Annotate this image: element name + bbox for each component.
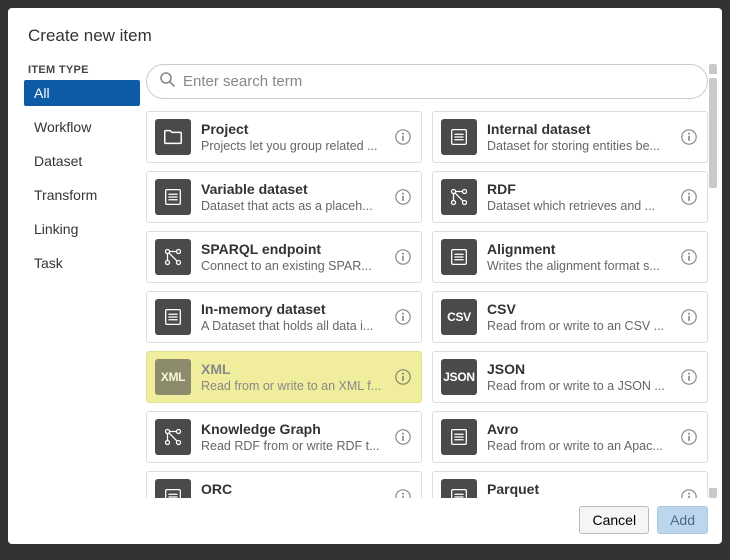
- item-title: Knowledge Graph: [201, 421, 387, 437]
- item-title: XML: [201, 361, 387, 377]
- info-icon[interactable]: [393, 127, 413, 147]
- item-title: SPARQL endpoint: [201, 241, 387, 257]
- info-icon[interactable]: [679, 187, 699, 207]
- item-card-rdf[interactable]: RDF Dataset which retrieves and ...: [432, 171, 708, 223]
- list-icon: [155, 179, 191, 215]
- search-input[interactable]: [183, 73, 695, 90]
- item-card-variable-dataset[interactable]: Variable dataset Dataset that acts as a p…: [146, 171, 422, 223]
- item-description: Connect to an existing SPAR...: [201, 259, 387, 273]
- graph-icon: [155, 239, 191, 275]
- item-card-csv[interactable]: CSV CSV Read from or write to an CSV ...: [432, 291, 708, 343]
- dialog-body: ITEM TYPE All Workflow Dataset Transform Lin…: [8, 60, 722, 498]
- info-icon[interactable]: [393, 487, 413, 498]
- info-icon[interactable]: [679, 427, 699, 447]
- item-description: Projects let you group related ...: [201, 139, 387, 153]
- info-icon[interactable]: [393, 187, 413, 207]
- sidebar: ITEM TYPE All Workflow Dataset Transform Lin…: [8, 60, 142, 498]
- item-description: Read from or write to an Apac...: [487, 439, 673, 453]
- item-description: Read from or write to an CSV ...: [487, 319, 673, 333]
- text-xml-icon: XML: [155, 359, 191, 395]
- graph-icon: [441, 179, 477, 215]
- search-field[interactable]: [146, 64, 708, 99]
- add-button[interactable]: Add: [657, 506, 708, 534]
- item-description: Read RDF from or write RDF t...: [201, 439, 387, 453]
- info-icon[interactable]: [393, 307, 413, 327]
- item-title: Alignment: [487, 241, 673, 257]
- text-csv-icon: CSV: [441, 299, 477, 335]
- dialog-footer: Cancel Add: [8, 498, 722, 544]
- sidebar-item-task[interactable]: Task: [24, 250, 140, 276]
- item-card-project[interactable]: Project Projects let you group related ..…: [146, 111, 422, 163]
- item-card-knowledge-graph[interactable]: Knowledge Graph Read RDF from or write RD…: [146, 411, 422, 463]
- text-json-icon: JSON: [441, 359, 477, 395]
- item-card-json[interactable]: JSON JSON Read from or write to a JSON ...: [432, 351, 708, 403]
- sidebar-item-dataset[interactable]: Dataset: [24, 148, 140, 174]
- list-icon: [155, 299, 191, 335]
- item-title: Variable dataset: [201, 181, 387, 197]
- item-card-internal-dataset[interactable]: Internal dataset Dataset for storing enti…: [432, 111, 708, 163]
- info-icon[interactable]: [679, 367, 699, 387]
- item-title: CSV: [487, 301, 673, 317]
- item-list-scroll[interactable]: Project Projects let you group related ..…: [146, 111, 714, 498]
- item-card-in-memory-dataset[interactable]: In-memory dataset A Dataset that holds al…: [146, 291, 422, 343]
- item-title: Avro: [487, 421, 673, 437]
- item-title: ORC: [201, 481, 387, 497]
- cancel-button[interactable]: Cancel: [579, 506, 649, 534]
- item-card-xml[interactable]: XML XML Read from or write to an XML f...: [146, 351, 422, 403]
- item-card-parquet[interactable]: ParquetRead from or write to an Apac...: [432, 471, 708, 498]
- item-card-orc[interactable]: ORCRead from or write to an Apac...: [146, 471, 422, 498]
- list-icon: [155, 479, 191, 498]
- item-description: Read from or write to a JSON ...: [487, 379, 673, 393]
- graph-icon: [155, 419, 191, 455]
- info-icon[interactable]: [679, 307, 699, 327]
- item-card-alignment[interactable]: Alignment Writes the alignment format s..…: [432, 231, 708, 283]
- item-description: A Dataset that holds all data i...: [201, 319, 387, 333]
- info-icon[interactable]: [679, 247, 699, 267]
- item-title: Internal dataset: [487, 121, 673, 137]
- main-panel: Project Projects let you group related ..…: [142, 60, 720, 498]
- item-description: Read from or write to an XML f...: [201, 379, 387, 393]
- search-icon: [159, 71, 175, 92]
- list-icon: [441, 239, 477, 275]
- create-item-dialog: Create new item ITEM TYPE All Workflow Dat…: [8, 8, 722, 544]
- list-icon: [441, 119, 477, 155]
- item-title: JSON: [487, 361, 673, 377]
- sidebar-heading: ITEM TYPE: [24, 64, 142, 76]
- info-icon[interactable]: [679, 487, 699, 498]
- info-icon[interactable]: [679, 127, 699, 147]
- info-icon[interactable]: [393, 427, 413, 447]
- folder-icon: [155, 119, 191, 155]
- item-description: Dataset that acts as a placeh...: [201, 199, 387, 213]
- item-card-sparql-endpoint[interactable]: SPARQL endpoint Connect to an existing SP…: [146, 231, 422, 283]
- info-icon[interactable]: [393, 247, 413, 267]
- dialog-title: Create new item: [8, 8, 722, 60]
- sidebar-item-linking[interactable]: Linking: [24, 216, 140, 242]
- sidebar-item-transform[interactable]: Transform: [24, 182, 140, 208]
- item-description: Writes the alignment format s...: [487, 259, 673, 273]
- sidebar-item-all[interactable]: All: [24, 80, 140, 106]
- item-card-avro[interactable]: Avro Read from or write to an Apac...: [432, 411, 708, 463]
- list-icon: [441, 419, 477, 455]
- item-title: Parquet: [487, 481, 673, 497]
- info-icon[interactable]: [393, 367, 413, 387]
- item-description: Dataset for storing entities be...: [487, 139, 673, 153]
- sidebar-item-workflow[interactable]: Workflow: [24, 114, 140, 140]
- item-title: Project: [201, 121, 387, 137]
- item-title: In-memory dataset: [201, 301, 387, 317]
- item-description: Dataset which retrieves and ...: [487, 199, 673, 213]
- item-title: RDF: [487, 181, 673, 197]
- list-icon: [441, 479, 477, 498]
